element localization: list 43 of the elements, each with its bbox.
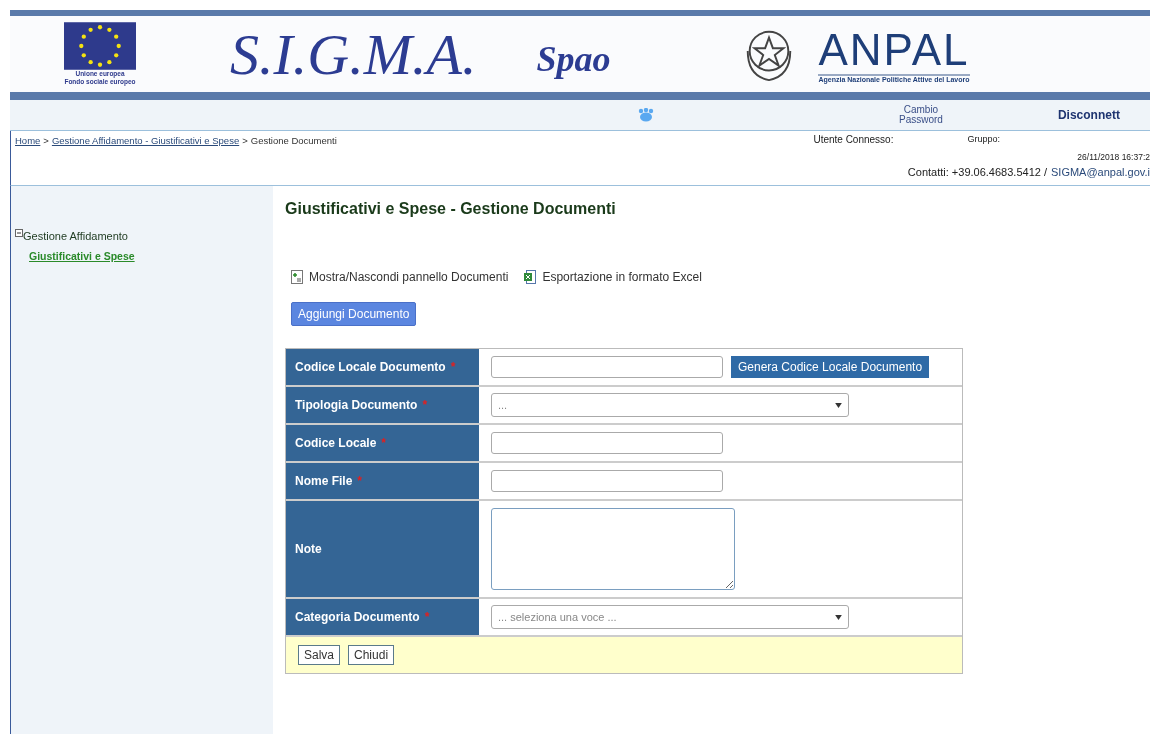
email-link[interactable]: SIGMA@anpal.gov.i bbox=[1051, 166, 1150, 178]
generate-code-button[interactable]: Genera Codice Locale Documento bbox=[731, 356, 930, 378]
text-input[interactable] bbox=[491, 470, 723, 492]
form-label-cell: Codice Locale * bbox=[286, 425, 479, 461]
logout-link[interactable]: Disconnett bbox=[1057, 108, 1120, 122]
breadcrumb-link[interactable]: Home bbox=[15, 135, 41, 146]
page-title: Giustificativi e Spese - Gestione Documenti bbox=[285, 200, 617, 218]
form-label-cell: Nome File * bbox=[286, 463, 479, 499]
sidebar-item[interactable]: Gestione Affidamento bbox=[23, 230, 128, 242]
breadcrumb-separator: > bbox=[43, 135, 49, 146]
add-document-button[interactable]: Aggiungi Documento bbox=[291, 302, 417, 326]
dropdown-caret-icon bbox=[835, 614, 842, 620]
form-button[interactable]: Salva bbox=[298, 645, 341, 665]
breadcrumb-separator: > bbox=[242, 135, 248, 146]
dropdown[interactable]: ... seleziona una voce ... bbox=[491, 605, 849, 629]
spreadsheet-icon bbox=[524, 270, 537, 284]
toolbar-link[interactable]: Esportazione in formato Excel bbox=[524, 270, 702, 284]
breadcrumb-current: Gestione Documenti bbox=[250, 135, 337, 146]
form-label-cell: Tipologia Documento * bbox=[286, 387, 479, 423]
breadcrumb-link[interactable]: Gestione Affidamento - Giustificativi e Spese bbox=[51, 135, 240, 146]
paw-icon[interactable] bbox=[638, 108, 654, 122]
contacts-text: Contatti: +39.06.4683.5412 / bbox=[907, 166, 1047, 178]
document-plus-icon bbox=[291, 270, 303, 284]
dropdown[interactable]: ... bbox=[491, 393, 849, 417]
app-subtitle: Spao bbox=[536, 38, 611, 80]
text-input[interactable] bbox=[491, 356, 723, 378]
dropdown-caret-icon bbox=[835, 402, 842, 408]
change-password-link[interactable]: Cambio Password bbox=[899, 105, 943, 125]
sidebar-subitem[interactable]: Giustificativi e Spese bbox=[29, 250, 135, 262]
notes-textarea[interactable] bbox=[491, 508, 735, 590]
agency-logo: ANPAL bbox=[818, 25, 970, 76]
form-label-cell: Codice Locale Documento * bbox=[286, 349, 479, 385]
group-label: Gruppo: bbox=[967, 134, 1000, 145]
datetime-text: 26/11/2018 16:37:2 bbox=[1077, 152, 1150, 162]
toolbar-link[interactable]: Mostra/Nascondi pannello Documenti bbox=[291, 270, 509, 284]
form-label-cell: Categoria Documento * bbox=[286, 599, 479, 635]
collapse-icon[interactable] bbox=[15, 229, 23, 237]
eu-flag-icon bbox=[64, 22, 136, 70]
text-input[interactable] bbox=[491, 432, 723, 454]
form-button[interactable]: Chiudi bbox=[348, 645, 395, 665]
form-label-cell: Note bbox=[286, 501, 479, 597]
user-label: Utente Connesso: bbox=[813, 134, 894, 145]
app-title: S.I.G.M.A. bbox=[230, 20, 477, 88]
